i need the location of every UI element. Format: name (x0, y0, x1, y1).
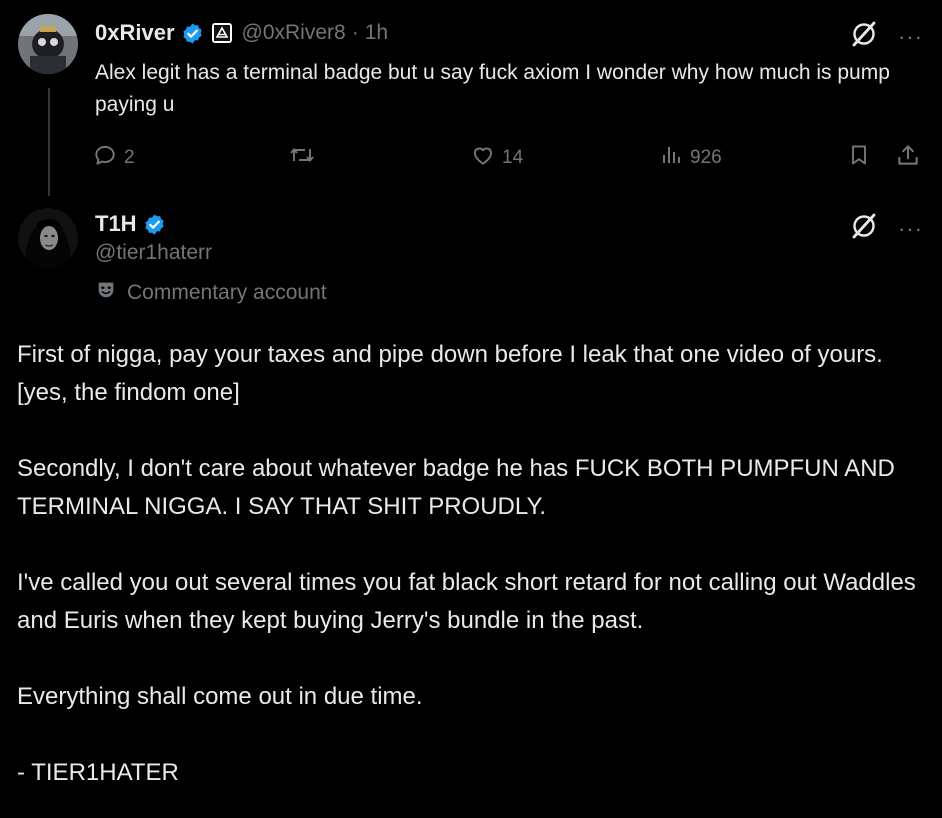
tweet-paragraph: Secondly, I don't care about whatever ba… (17, 455, 895, 520)
heart-icon (470, 142, 496, 174)
share-icon (895, 142, 921, 174)
author-display-name[interactable]: T1H (95, 211, 137, 237)
views-button[interactable]: 926 (660, 142, 722, 174)
avatar-0xriver[interactable] (18, 14, 78, 74)
views-count: 926 (690, 147, 722, 168)
bar-chart-icon (660, 142, 684, 174)
theater-mask-icon (95, 279, 117, 307)
bookmark-icon (847, 142, 871, 174)
reply-count: 2 (124, 147, 135, 168)
share-button[interactable] (895, 142, 921, 174)
avatar-t1h[interactable] (18, 208, 78, 268)
tweet-text: First of nigga, pay your taxes and pipe … (17, 336, 927, 792)
reply-icon (92, 142, 118, 174)
like-count: 14 (502, 147, 524, 168)
like-button[interactable]: 14 (470, 142, 523, 174)
timestamp[interactable]: 1h (365, 21, 388, 45)
tweet-paragraph: First of nigga, pay your taxes and pipe … (17, 341, 883, 406)
triangle-logo-icon[interactable] (211, 23, 232, 43)
account-label[interactable]: Commentary account (95, 279, 327, 307)
more-options-button[interactable]: ··· (898, 25, 923, 48)
tweet-action-bar: 2 14 926 (92, 140, 922, 170)
tweet-text: Alex legit has a terminal badge but u sa… (95, 61, 890, 116)
author-display-name[interactable]: 0xRiver (95, 20, 175, 46)
reply-button[interactable]: 2 (92, 142, 135, 174)
verified-badge-icon (143, 213, 166, 236)
tweet-paragraph: I've called you out several times you fa… (17, 569, 916, 634)
tweet-paragraph: - TIER1HATER (17, 759, 179, 786)
grok-icon[interactable] (850, 20, 878, 53)
bookmark-button[interactable] (847, 142, 871, 174)
author-handle[interactable]: @0xRiver8 (242, 21, 346, 45)
account-label-text: Commentary account (127, 281, 327, 304)
verified-badge-icon (181, 22, 204, 45)
grok-icon[interactable] (850, 212, 878, 245)
author-handle[interactable]: @tier1haterr (95, 241, 212, 265)
retweet-button[interactable] (288, 142, 322, 174)
more-options-button[interactable]: ··· (898, 217, 923, 240)
separator-dot: · (351, 21, 359, 44)
thread-connector-line (48, 88, 50, 196)
retweet-icon (288, 142, 316, 174)
tweet-paragraph: Everything shall come out in due time. (17, 683, 423, 710)
